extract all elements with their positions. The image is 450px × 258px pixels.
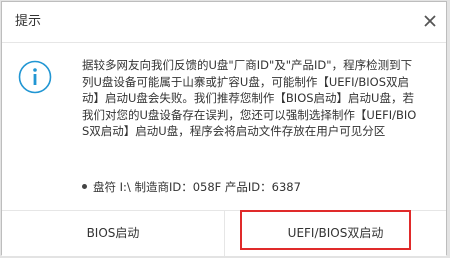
dialog-titlebar: 提示	[2, 2, 446, 43]
dialog-footer: BIOS启动 UEFI/BIOS双启动	[2, 210, 446, 256]
close-icon[interactable]	[420, 11, 440, 31]
uefi-bios-dual-boot-button[interactable]: UEFI/BIOS双启动	[225, 211, 446, 256]
info-icon	[18, 60, 52, 94]
dialog-title: 提示	[15, 14, 42, 29]
bullet-dot-icon	[82, 184, 87, 189]
device-info: 盘符 I:\ 制造商ID：058F 产品ID：6387	[82, 179, 301, 195]
device-info-text: 盘符 I:\ 制造商ID：058F 产品ID：6387	[93, 180, 301, 194]
warning-message: 据较多网友向我们反馈的U盘"厂商ID"及"产品ID"，程序检测到下列U盘设备可能…	[82, 58, 417, 138]
prompt-dialog: 提示 据较多网友向我们反馈的U盘"厂商ID"及"产品ID"，程序检测到下列U盘设…	[1, 1, 447, 256]
bios-boot-button[interactable]: BIOS启动	[2, 211, 224, 256]
